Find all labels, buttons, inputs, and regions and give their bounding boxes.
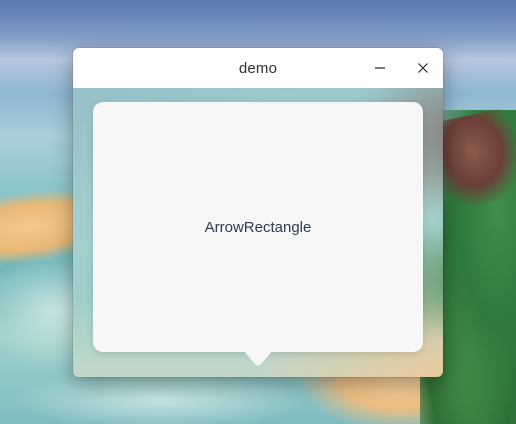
minimize-button[interactable]: [365, 53, 395, 83]
arrow-tip: [243, 350, 273, 366]
close-button[interactable]: [408, 53, 438, 83]
window-client-area: ArrowRectangle: [73, 88, 443, 377]
close-icon: [418, 63, 428, 73]
window-titlebar[interactable]: demo: [73, 48, 443, 88]
window-title: demo: [238, 59, 278, 77]
wallpaper-foam: [10, 370, 310, 424]
minimize-icon: [375, 67, 385, 69]
arrow-rectangle-label: ArrowRectangle: [204, 218, 312, 236]
arrow-rectangle: ArrowRectangle: [93, 102, 423, 366]
demo-window: demo ArrowRectangle: [73, 48, 443, 377]
